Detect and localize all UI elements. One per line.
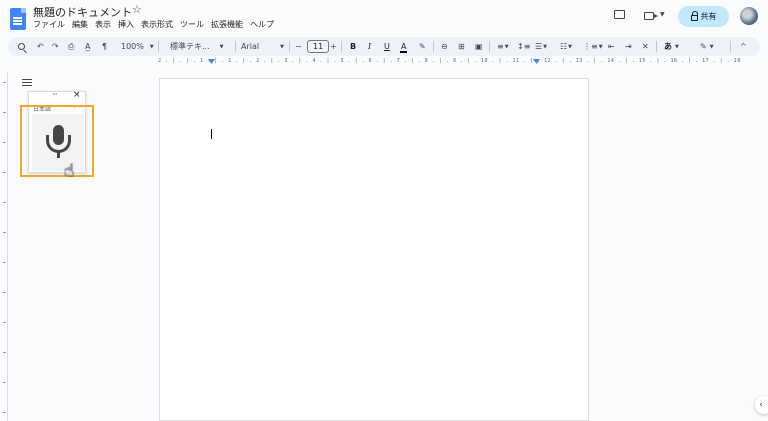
checklist-icon[interactable]: ☰ ▼ xyxy=(535,37,547,56)
menu-tools[interactable]: ツール xyxy=(180,19,204,30)
increase-indent-icon[interactable]: ⇥ xyxy=(625,37,632,56)
toolbar-divider xyxy=(158,41,159,52)
font-value: Arial xyxy=(241,42,260,51)
zoom-select[interactable]: 100% ▼ xyxy=(121,37,154,56)
font-size-input-wrap: 11 xyxy=(307,37,330,56)
input-tools-label: あ xyxy=(664,42,672,51)
undo-icon[interactable]: ↶ xyxy=(37,37,44,56)
text-cursor xyxy=(211,129,212,139)
menu-insert[interactable]: 挿入 xyxy=(118,19,134,30)
vertical-ruler[interactable] xyxy=(0,72,8,421)
ruler-tick xyxy=(3,202,6,203)
ruler-tick xyxy=(3,322,6,323)
style-value: 標準テキ... xyxy=(170,42,210,51)
ruler-tick xyxy=(3,262,6,263)
title-bar: 無題のドキュメント ☆ ファイル 編集 表示 挿入 表示形式 ツール 拡張機能 … xyxy=(0,0,768,36)
toolbar-divider xyxy=(489,41,490,52)
star-icon[interactable]: ☆ xyxy=(132,3,142,16)
toolbar-divider xyxy=(730,41,731,52)
add-comment-icon[interactable]: ⊞ xyxy=(458,37,465,56)
font-size-decrease-button[interactable]: − xyxy=(295,37,302,56)
highlight-box xyxy=(20,105,94,177)
docs-logo-icon[interactable] xyxy=(10,8,26,30)
toolbar-divider xyxy=(656,41,657,52)
text-color-label: A xyxy=(399,42,409,53)
ruler-tick xyxy=(3,382,6,383)
meet-icon[interactable] xyxy=(644,12,658,20)
menu-bar: ファイル 編集 表示 挿入 表示形式 ツール 拡張機能 ヘルプ xyxy=(33,19,281,30)
document-page[interactable] xyxy=(159,78,589,421)
ruler-tick xyxy=(3,232,6,233)
italic-button[interactable]: I xyxy=(368,37,371,56)
search-icon xyxy=(18,43,25,50)
ruler-tick xyxy=(3,112,6,113)
menu-extensions[interactable]: 拡張機能 xyxy=(211,19,243,30)
more-options-icon[interactable]: ··· xyxy=(52,90,58,99)
paint-format-icon[interactable]: ¶ xyxy=(102,37,107,56)
align-icon[interactable]: ≡ ▼ xyxy=(497,37,509,56)
menu-view[interactable]: 表示 xyxy=(95,19,111,30)
highlight-pen-icon[interactable]: ✎ xyxy=(419,37,426,56)
menu-file[interactable]: ファイル xyxy=(33,19,65,30)
toolbar: ↶ ↷ ⎙ A̲ ¶ 100% ▼ 標準テキ... ▼ Arial ▼ − 11 + … xyxy=(8,37,760,56)
meet-dropdown-icon[interactable]: ▼ xyxy=(660,11,665,18)
bold-button[interactable]: B xyxy=(350,37,356,56)
numbered-list-icon[interactable]: ⋮≡ ▼ xyxy=(583,37,603,56)
ruler-tick xyxy=(3,352,6,353)
menu-format[interactable]: 表示形式 xyxy=(141,19,173,30)
redo-icon[interactable]: ↷ xyxy=(52,37,59,56)
menu-edit[interactable]: 編集 xyxy=(72,19,88,30)
search-menus-button[interactable] xyxy=(18,37,25,56)
spellcheck-icon[interactable]: A̲ xyxy=(85,37,90,56)
bulleted-list-icon[interactable]: ☷ ▼ xyxy=(560,37,572,56)
close-icon[interactable]: × xyxy=(73,90,81,100)
text-color-button[interactable]: A xyxy=(399,37,409,56)
insert-image-icon[interactable]: ▣ xyxy=(475,37,483,56)
horizontal-ruler[interactable]: 2 . | . | . 1 . | . 1 . | . 2 . | . 3 . … xyxy=(158,58,740,70)
style-select[interactable]: 標準テキ... ▼ xyxy=(170,37,224,56)
link-icon[interactable]: ⊖ xyxy=(441,37,448,56)
share-button[interactable]: 共有 xyxy=(678,6,729,27)
editing-mode-icon[interactable]: ✎ ▼ xyxy=(700,37,714,56)
lock-icon xyxy=(690,10,698,21)
share-label: 共有 xyxy=(700,12,717,21)
menu-help[interactable]: ヘルプ xyxy=(250,19,274,30)
document-outline-icon[interactable] xyxy=(22,79,32,87)
toolbar-divider xyxy=(341,41,342,52)
decrease-indent-icon[interactable]: ⇤ xyxy=(608,37,615,56)
toolbar-divider xyxy=(235,41,236,52)
avatar[interactable] xyxy=(740,7,758,25)
ruler-tick xyxy=(3,292,6,293)
font-size-input[interactable]: 11 xyxy=(307,40,330,53)
ruler-tick xyxy=(3,412,6,413)
underline-button[interactable]: U xyxy=(384,37,390,56)
side-panel-toggle-button[interactable]: ‹ xyxy=(755,396,768,414)
hand-pointer-icon: ☝ xyxy=(64,161,75,181)
line-spacing-icon[interactable]: ↕≡ xyxy=(517,37,530,56)
toolbar-divider xyxy=(433,41,434,52)
ruler-tick xyxy=(3,142,6,143)
ruler-scale: 2 . | . | . 1 . | . 1 . | . 2 . | . 3 . … xyxy=(158,58,741,64)
zoom-value: 100% xyxy=(121,42,144,51)
ruler-tick xyxy=(3,172,6,173)
hide-menus-button[interactable]: ^ xyxy=(740,37,747,56)
input-tools-button[interactable]: あ ▼ xyxy=(664,37,679,56)
font-size-increase-button[interactable]: + xyxy=(330,37,337,56)
font-select[interactable]: Arial ▼ xyxy=(241,37,284,56)
print-icon[interactable]: ⎙ xyxy=(68,37,74,56)
clear-formatting-icon[interactable]: ✕ xyxy=(642,37,649,56)
ruler-tick xyxy=(3,82,6,83)
comment-history-icon[interactable] xyxy=(614,10,625,19)
document-title[interactable]: 無題のドキュメント xyxy=(33,4,132,20)
toolbar-divider xyxy=(289,41,290,52)
